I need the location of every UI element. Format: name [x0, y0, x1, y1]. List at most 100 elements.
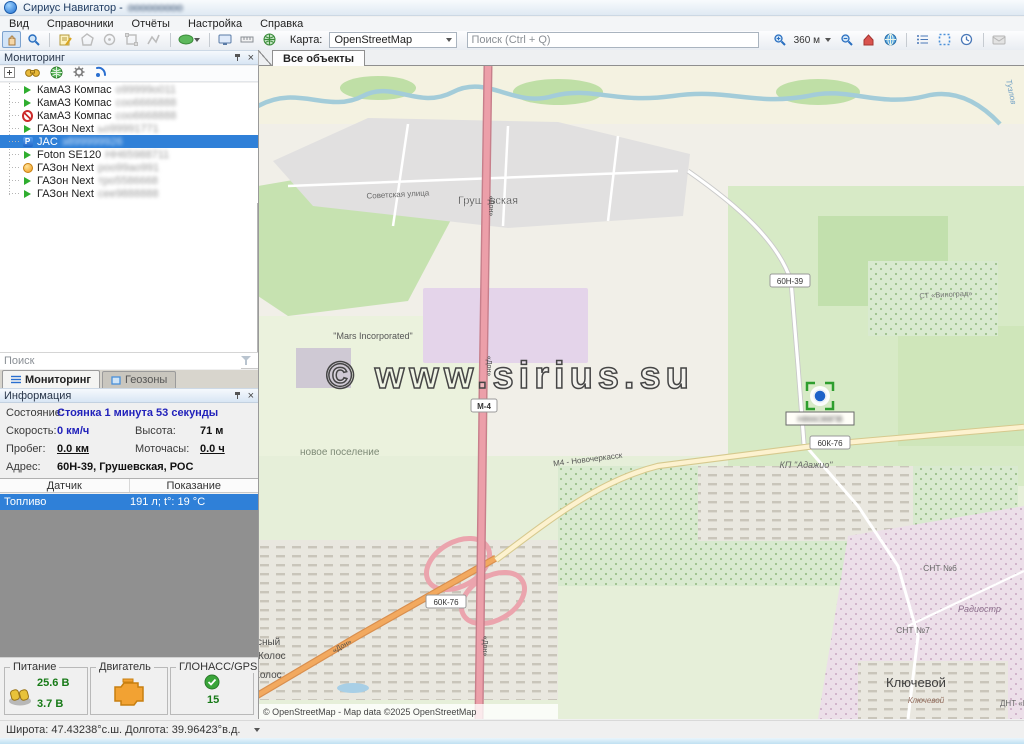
- pin-icon[interactable]: [233, 391, 242, 400]
- tab-geozones[interactable]: Геозоны: [102, 371, 176, 388]
- show-on-map-globe-icon[interactable]: [50, 66, 63, 82]
- shield-60k76-text: 60К-76: [817, 439, 843, 448]
- zoom-level-value[interactable]: 360 м: [794, 35, 820, 46]
- tab-monitoring[interactable]: Мониторинг: [2, 370, 100, 388]
- layers-dropdown-icon[interactable]: [177, 31, 203, 48]
- expand-all-icon[interactable]: [4, 67, 15, 81]
- settlement-klyuchevoy: [858, 661, 1008, 719]
- shield-60k76-b: 60К-76: [426, 595, 466, 608]
- vehicle-name: ГАЗон Next: [37, 123, 94, 135]
- zoom-out-icon[interactable]: [837, 31, 856, 48]
- tree-search-input[interactable]: [0, 353, 241, 369]
- engine-icon: [109, 677, 149, 707]
- zoom-level-caret-icon[interactable]: [825, 38, 831, 42]
- close-icon[interactable]: ×: [248, 53, 254, 63]
- globe-icon[interactable]: [881, 31, 900, 48]
- status-moving-icon: [24, 86, 31, 94]
- map-view[interactable]: Тузлов Советская улица Грушевская "Mars …: [258, 66, 1024, 719]
- add-circle-icon[interactable]: [100, 31, 119, 48]
- panel-splitter[interactable]: [258, 66, 259, 719]
- pan-tool-icon[interactable]: [2, 31, 21, 48]
- statusbar-caret-icon[interactable]: [254, 728, 260, 732]
- vehicle-name: ГАЗон Next: [37, 175, 94, 187]
- speed-value: 0 км/ч: [57, 425, 89, 437]
- place-novoe: новое поселение: [300, 447, 380, 458]
- menu-nastroyka[interactable]: Настройка: [179, 18, 251, 30]
- power-gauge: Питание 25.6 В 3.7 В: [4, 667, 88, 715]
- shield-60k76b-text: 60К-76: [433, 598, 459, 607]
- engine-hours-label: Моточасы:: [135, 443, 189, 455]
- menu-vid[interactable]: Вид: [0, 18, 38, 30]
- home-icon[interactable]: [859, 31, 878, 48]
- coordinates-text: Широта: 47.43238°с.ш. Долгота: 39.96423°…: [6, 724, 240, 736]
- menu-otchety[interactable]: Отчёты: [123, 18, 179, 30]
- legend-list-icon[interactable]: [913, 31, 932, 48]
- tree-item[interactable]: КамАЗ Компасо99999о011: [0, 83, 258, 96]
- select-area-icon[interactable]: [935, 31, 954, 48]
- map-select-label: Карта:: [290, 34, 323, 46]
- tree-toolbar: [0, 66, 258, 82]
- history-clock-icon[interactable]: [957, 31, 976, 48]
- global-search-input[interactable]: [467, 32, 759, 48]
- place-kolos2: Колос: [258, 670, 282, 681]
- menu-spravochniki[interactable]: Справочники: [38, 18, 123, 30]
- web-map-icon[interactable]: [260, 31, 279, 48]
- filter-funnel-icon[interactable]: [241, 356, 252, 366]
- window-title-redacted: ооооооооо: [128, 2, 183, 14]
- place-radio: Радиостр: [958, 604, 1001, 614]
- tree-item[interactable]: КамАЗ Компассоо6668888: [0, 109, 258, 122]
- map-provider-select[interactable]: OpenStreetMap: [329, 32, 457, 48]
- tree-item[interactable]: ГАЗон Nextсее9888888: [0, 187, 258, 200]
- tree-item[interactable]: Foton SE120НН65988711: [0, 148, 258, 161]
- marker-dot: [814, 390, 826, 402]
- vehicle-plate: соо6666888: [116, 97, 177, 109]
- vehicle-plate: сее9888888: [98, 188, 159, 200]
- tree-item[interactable]: КамАЗ Компассоо6666888: [0, 96, 258, 109]
- vehicle-plate: о99999о011: [116, 84, 176, 96]
- shield-60n39-text: 60Н-39: [777, 277, 804, 286]
- state-value: Стоянка 1 минута 53 секунды: [57, 407, 218, 419]
- status-bar: Широта: 47.43238°с.ш. Долгота: 39.96423°…: [0, 720, 1024, 738]
- zoom-in-icon[interactable]: [770, 31, 789, 48]
- settlement-adagio: [698, 466, 913, 541]
- sensor-table-empty: [0, 510, 258, 657]
- snapshot-icon[interactable]: [216, 31, 235, 48]
- engine-hours-link[interactable]: 0.0 ч: [200, 443, 225, 455]
- zoom-window-icon[interactable]: [24, 31, 43, 48]
- battery-icon: [8, 686, 32, 706]
- place-klyuchevoy: Ключевой: [886, 675, 946, 690]
- pin-icon[interactable]: [233, 53, 242, 62]
- add-polygon-icon[interactable]: [78, 31, 97, 48]
- place-snt7: СНТ №7: [896, 625, 930, 635]
- mileage-link[interactable]: 0.0 км: [57, 443, 89, 455]
- edit-geometry-icon[interactable]: [122, 31, 141, 48]
- attribution-text: © OpenStreetMap - Map data ©2025 OpenStr…: [263, 707, 476, 717]
- edit-notes-icon[interactable]: [56, 31, 75, 48]
- pond: [337, 683, 369, 693]
- app-icon: [4, 1, 17, 14]
- tree-item[interactable]: ГАЗон Nextроо99ао991: [0, 161, 258, 174]
- tree-item[interactable]: ГАЗон Nextьо99991771: [0, 122, 258, 135]
- geozone-icon: [111, 376, 121, 385]
- place-kolos1: Колос: [258, 651, 286, 662]
- settlement-grid-left: [258, 540, 558, 700]
- settings-gear-icon[interactable]: [73, 66, 85, 81]
- gauges-bar: Питание 25.6 В 3.7 В Двигатель ГЛОНАСС/G…: [0, 657, 258, 720]
- tree-item-selected[interactable]: JACэ899999926: [0, 135, 258, 148]
- measure-icon[interactable]: [238, 31, 257, 48]
- close-icon[interactable]: ×: [248, 391, 254, 401]
- sensor-row[interactable]: Топливо 191 л; t°: 19 °C: [0, 494, 258, 510]
- add-polyline-icon[interactable]: [144, 31, 163, 48]
- place-krasny: Красный: [258, 637, 280, 648]
- tree-item[interactable]: ГАЗон Nextтро5586668: [0, 174, 258, 187]
- binoculars-icon[interactable]: [25, 66, 40, 81]
- gps-label: ГЛОНАСС/GPS: [176, 661, 260, 673]
- gps-gauge: ГЛОНАСС/GPS 15: [170, 667, 254, 715]
- message-icon[interactable]: [990, 31, 1009, 48]
- tab-all-objects[interactable]: Все объекты: [272, 50, 365, 66]
- menu-spravka[interactable]: Справка: [251, 18, 312, 30]
- phone-track-icon[interactable]: [95, 66, 107, 81]
- map-provider-value: OpenStreetMap: [334, 34, 412, 46]
- map-canvas[interactable]: Тузлов Советская улица Грушевская "Mars …: [258, 66, 1024, 719]
- industrial-area: [423, 288, 588, 363]
